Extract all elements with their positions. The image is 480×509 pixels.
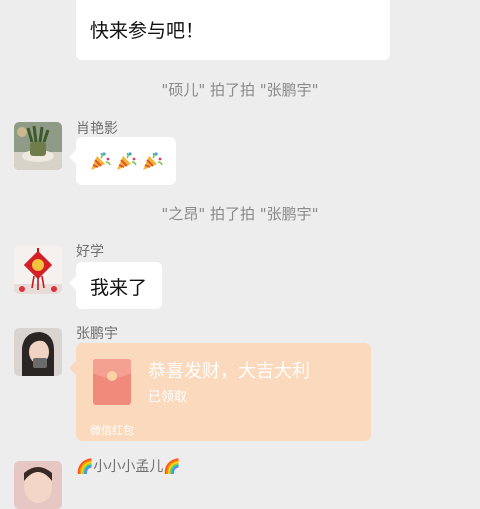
avatar[interactable] xyxy=(14,246,62,294)
message-text: 我来了 xyxy=(90,277,148,299)
sender-name: 🌈小小小孟儿🌈 xyxy=(76,459,181,475)
avatar-portrait-photo xyxy=(14,328,62,376)
message-bubble-top[interactable]: 快来参与吧！ xyxy=(76,0,390,60)
red-packet-card[interactable]: 恭喜发财，大吉大利 已领取 微信红包 xyxy=(76,343,371,441)
party-popper-icon xyxy=(143,152,163,170)
avatar-child-photo xyxy=(14,461,62,509)
bubble-tail xyxy=(69,361,76,375)
red-packet-title: 恭喜发财，大吉大利 xyxy=(148,361,310,382)
bubble-tail xyxy=(69,150,76,164)
sender-name: 张鹏宇 xyxy=(76,326,118,342)
red-packet-icon xyxy=(93,359,131,405)
sender-name: 好学 xyxy=(76,244,104,260)
emoji-message-bubble[interactable] xyxy=(76,137,176,185)
red-packet-footer: 微信红包 xyxy=(90,424,134,437)
avatar[interactable] xyxy=(14,328,62,376)
avatar[interactable] xyxy=(14,122,62,170)
avatar-plant-photo xyxy=(14,122,62,170)
system-pat-message: "之昂" 拍了拍 "张鹏宇" xyxy=(161,205,319,223)
text-message-bubble[interactable]: 我来了 xyxy=(76,262,162,309)
avatar[interactable] xyxy=(14,461,62,509)
avatar-chinese-knot xyxy=(14,246,62,294)
red-packet-status: 已领取 xyxy=(148,390,188,405)
party-popper-icon xyxy=(117,152,137,170)
message-text: 快来参与吧！ xyxy=(90,20,205,42)
bubble-tail xyxy=(69,276,76,290)
party-popper-icon xyxy=(91,152,111,170)
system-pat-message: "硕儿" 拍了拍 "张鹏宇" xyxy=(161,81,319,99)
sender-name: 肖艳影 xyxy=(76,121,118,137)
